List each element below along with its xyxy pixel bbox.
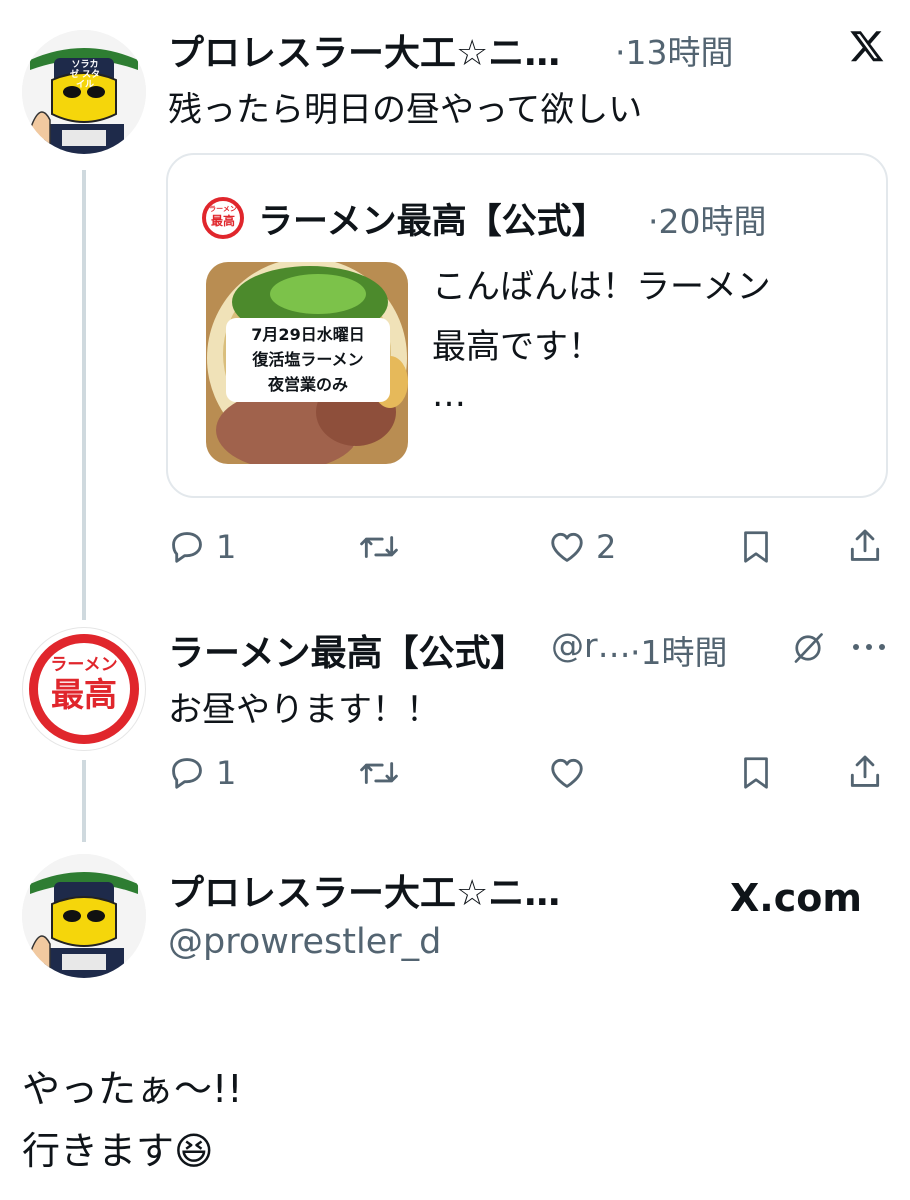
tweet3-text-line2: 行きます😆 (22, 1129, 214, 1173)
quote-display-name[interactable]: ラーメン最高【公式】 (258, 193, 607, 244)
ramen-logo-top: ラーメン (50, 655, 118, 675)
thumb-caption-box: 7月29日水曜日 復活塩ラーメン 夜営業のみ (226, 318, 390, 402)
tweet1-text: 残ったら明日の昼やって欲しい (168, 90, 643, 130)
wrestler-mask-icon (22, 30, 146, 154)
avatar-prowrestler[interactable]: ソラカゼ スタイル (22, 30, 146, 154)
thread-connector (82, 170, 86, 620)
share-icon (850, 529, 880, 561)
tweet1-time[interactable]: ·13時間 (615, 26, 733, 74)
wrestler-mask-icon (22, 854, 146, 978)
reply-button[interactable]: 1 (168, 528, 236, 566)
avatar-ramen-saikou[interactable]: ラーメン 最高 (22, 627, 146, 751)
tweet3-text-line1: やったぁ〜!! (22, 1067, 243, 1111)
tweet3-display-name[interactable]: プロレスラー大工☆ニ… (168, 864, 560, 916)
more-options-icon[interactable] (850, 636, 888, 662)
tweet2-display-name[interactable]: ラーメン最高【公式】 (168, 624, 527, 676)
like-button[interactable] (548, 754, 596, 792)
avatar-caption: ソラカゼ スタイル (69, 60, 101, 90)
heart-icon (551, 532, 583, 562)
quote-time[interactable]: ·20時間 (648, 195, 766, 243)
tweet2-time[interactable]: ·1時間 (630, 626, 728, 674)
quote-text-line2: 最高です！ (432, 327, 602, 367)
tweet2-handle[interactable]: @r… (551, 626, 631, 665)
tweet1-display-name[interactable]: プロレスラー大工☆ニ… (168, 24, 560, 76)
reply-icon (172, 758, 202, 789)
xcom-brand: X.com (730, 876, 862, 920)
badge-top-text: ラーメン (209, 205, 237, 213)
bookmark-button[interactable] (738, 754, 774, 792)
share-button[interactable] (846, 526, 884, 566)
retweet-button[interactable] (358, 528, 410, 566)
avatar-prowrestler[interactable] (22, 854, 146, 978)
ramen-logo-bottom: 最高 (51, 675, 117, 714)
badge-bottom-text: 最高 (210, 214, 235, 228)
like-count: 2 (596, 528, 617, 566)
ramen-logo-ring: ラーメン 最高 (29, 634, 139, 744)
quoted-tweet-card[interactable]: ラーメン 最高 ラーメン最高【公式】 ·20時間 7月29日水曜日 復活塩ラーメ… (166, 153, 888, 498)
quote-media-thumbnail[interactable]: 7月29日水曜日 復活塩ラーメン 夜営業のみ (206, 262, 408, 464)
reply-button[interactable]: 1 (168, 754, 236, 792)
x-logo-icon (848, 28, 886, 68)
reply-icon (172, 532, 202, 563)
retweet-button[interactable] (358, 754, 410, 792)
bookmark-icon (744, 531, 768, 563)
quote-text-line1: こんばんは！ラーメン (432, 267, 771, 307)
reply-count: 1 (216, 754, 237, 792)
heart-icon (551, 758, 583, 788)
bookmark-icon (744, 757, 768, 789)
tweet2-text: お昼やります！！ (168, 690, 440, 730)
retweet-icon (360, 536, 398, 558)
reply-count: 1 (216, 528, 237, 566)
thumb-line-3: 夜営業のみ (267, 375, 348, 394)
share-icon (850, 755, 880, 787)
bookmark-button[interactable] (738, 528, 774, 566)
retweet-icon (360, 762, 398, 784)
thread-connector (82, 760, 86, 842)
ramen-badge-icon: ラーメン 最高 (202, 197, 244, 239)
like-button[interactable]: 2 (548, 528, 616, 566)
quote-text-more: … (432, 375, 466, 415)
thumb-line-2: 復活塩ラーメン (252, 350, 364, 369)
thumb-line-1: 7月29日水曜日 (251, 325, 365, 344)
grok-icon[interactable] (790, 630, 826, 670)
tweet3-handle[interactable]: @prowrestler_d (168, 922, 441, 962)
share-button[interactable] (846, 752, 884, 792)
